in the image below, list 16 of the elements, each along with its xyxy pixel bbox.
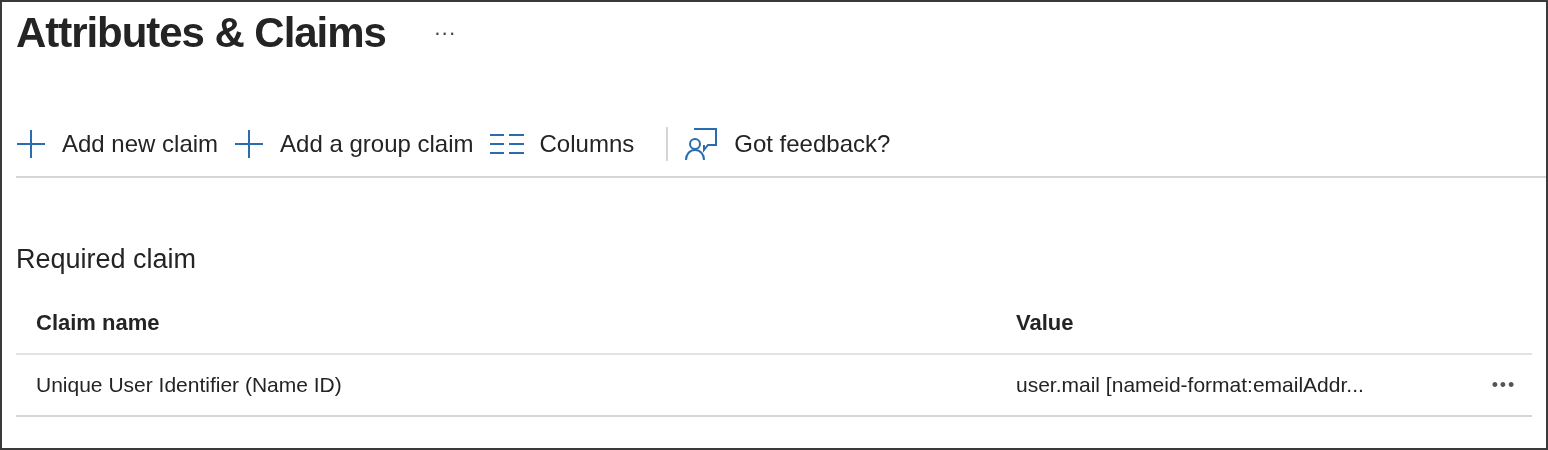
row-actions-button[interactable]: ••• — [1491, 371, 1516, 399]
column-header: Value — [1016, 308, 1075, 337]
columns-button[interactable]: Columns — [489, 122, 651, 166]
feedback-icon — [684, 127, 719, 161]
feedback-button[interactable]: Got feedback? — [684, 122, 907, 166]
section-heading: Required claim — [16, 246, 198, 273]
add-button[interactable]: Add a group claim — [234, 122, 490, 166]
plus-icon — [234, 129, 265, 159]
plus-icon — [16, 129, 46, 159]
columns-icon — [489, 133, 524, 155]
table-cell-text: user.mail [nameid-format:emailAddr... — [1016, 372, 1364, 399]
page-title: Attributes & Claims — [16, 12, 386, 54]
table-cell-text: Unique User Identifier (Name ID) — [35, 372, 343, 399]
add-button[interactable]: Add new claim — [16, 122, 235, 166]
more-menu[interactable]: ··· — [433, 22, 456, 44]
column-header: Claim name — [35, 308, 161, 337]
